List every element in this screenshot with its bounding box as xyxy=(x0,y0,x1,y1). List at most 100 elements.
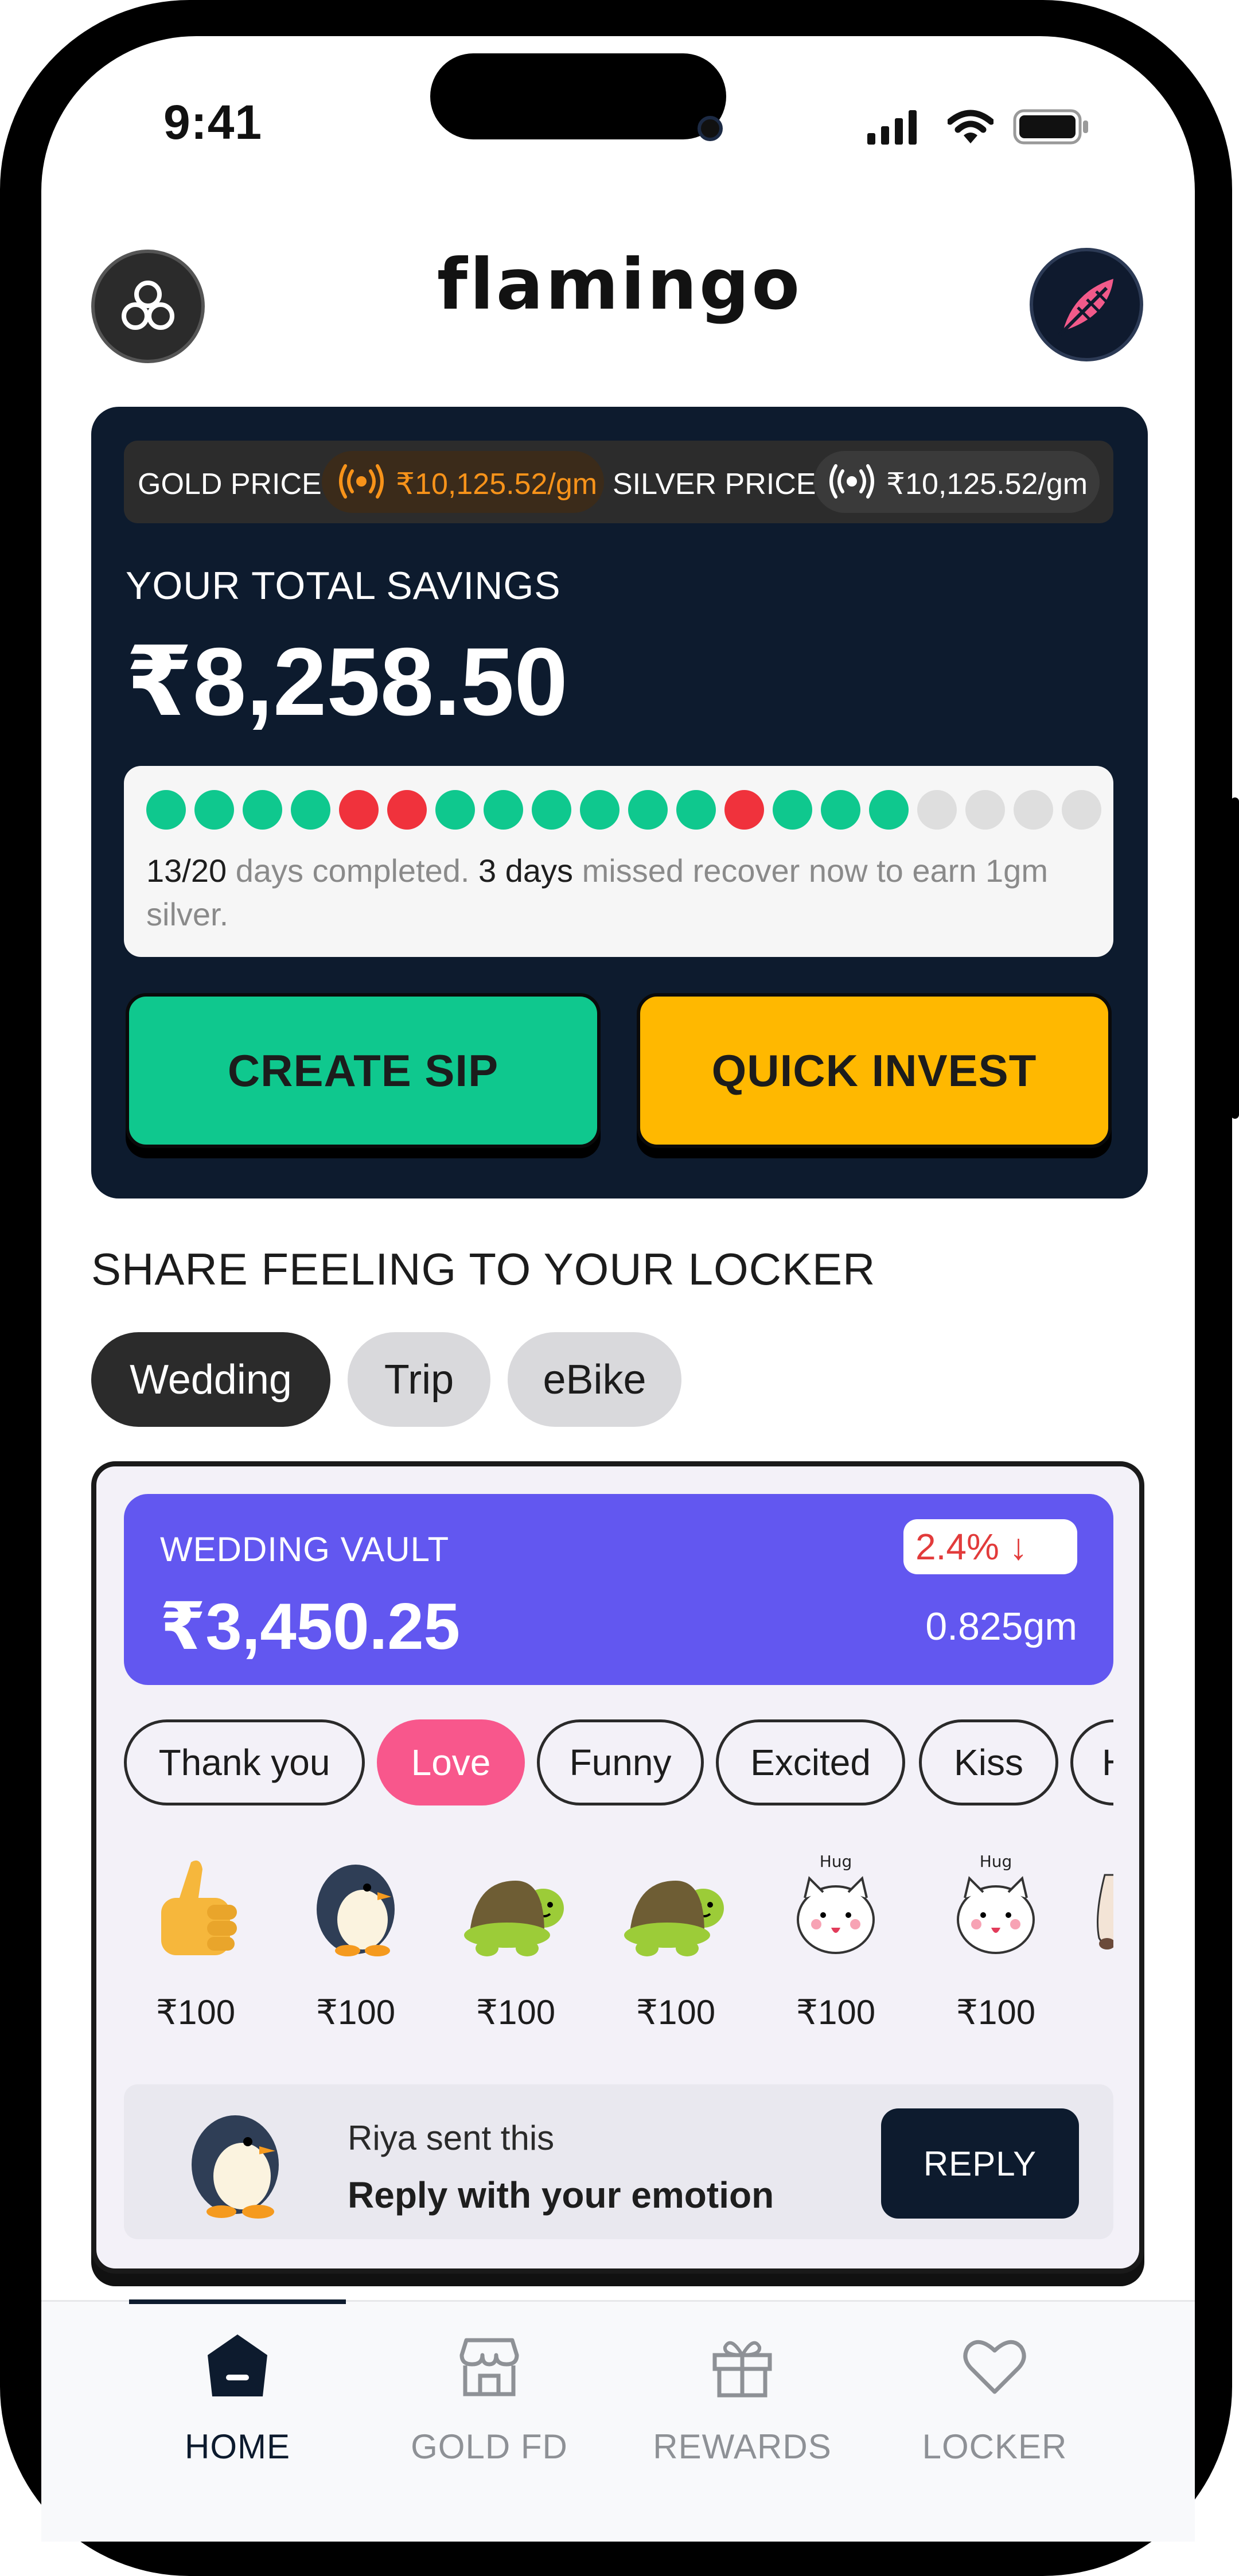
streak-dot-done xyxy=(676,790,716,830)
nav-gold-fd[interactable]: GOLD FD xyxy=(377,2324,601,2496)
circles-icon xyxy=(122,281,174,330)
gold-price-value: ₹10,125.52/gm xyxy=(396,468,598,501)
streak-dot-pending xyxy=(965,790,1005,830)
streak-dots xyxy=(146,790,1101,830)
streak-dot-done xyxy=(580,790,620,830)
penguin-avatar-icon xyxy=(192,2115,279,2219)
sticker-hug-cat[interactable]: Hug ₹100 xyxy=(764,1852,907,2036)
app-logo: flamingo xyxy=(437,244,802,325)
volume-up-button xyxy=(0,660,8,861)
share-feeling-title: SHARE FEELING TO YOUR LOCKER xyxy=(91,1244,876,1294)
sticker-price: ₹100 xyxy=(956,1993,1036,2032)
vault-amount: ₹3,450.25 xyxy=(160,1590,461,1663)
silver-price-label: SILVER PRICE: xyxy=(613,468,824,501)
streak-dot-pending xyxy=(1062,790,1101,830)
hug-cat-sticker-icon: Hug xyxy=(957,1852,1035,1954)
reply-button[interactable]: REPLY xyxy=(881,2108,1079,2219)
emotion-chip-funny[interactable]: Funny xyxy=(537,1719,704,1805)
streak-dot-done xyxy=(194,790,234,830)
emotion-chip-excited[interactable]: Excited xyxy=(716,1719,905,1805)
streak-dot-done xyxy=(291,790,330,830)
live-broadcast-icon xyxy=(339,464,384,499)
signal-icon xyxy=(867,110,917,145)
menu-button[interactable] xyxy=(91,250,205,363)
heart-icon xyxy=(963,2340,1026,2394)
hug-cat-sticker-icon: Hug xyxy=(797,1852,875,1954)
reply-prompt: Reply with your emotion xyxy=(348,2174,774,2216)
streak-dot-done xyxy=(821,790,860,830)
sticker-price: ₹100 xyxy=(315,1993,396,2032)
reply-sender: Riya sent this xyxy=(348,2119,555,2157)
streak-dot-done xyxy=(773,790,812,830)
sticker-price: ₹100 xyxy=(476,1993,556,2032)
status-time: 9:41 xyxy=(163,95,263,149)
penguin-sticker-icon xyxy=(317,1865,395,1956)
mute-switch xyxy=(0,476,8,574)
dynamic-island xyxy=(430,53,726,139)
locker-chip-trip[interactable]: Trip xyxy=(348,1332,490,1427)
streak-dot-missed xyxy=(339,790,379,830)
emotion-chip-thank-you[interactable]: Thank you xyxy=(124,1719,365,1805)
sticker-turtle[interactable]: ₹100 xyxy=(604,1852,747,2036)
battery-icon xyxy=(1013,109,1088,145)
sticker-partial-icon xyxy=(1097,1874,1113,1949)
vault-name: WEDDING VAULT xyxy=(160,1530,450,1569)
nav-label-home: HOME xyxy=(185,2427,290,2466)
turtle-sticker-icon xyxy=(464,1881,564,1956)
turtle-sticker-icon xyxy=(624,1881,724,1956)
sticker-price: ₹100 xyxy=(155,1993,236,2032)
nav-home[interactable]: HOME xyxy=(126,2324,349,2496)
sticker-partial[interactable] xyxy=(1082,1852,1113,2036)
streak-dot-done xyxy=(869,790,909,830)
streak-dot-done xyxy=(243,790,282,830)
wifi-icon xyxy=(948,110,993,143)
emotion-chips: Thank you Love Funny Excited Kiss Hug xyxy=(124,1719,1113,1809)
volume-down-button xyxy=(0,918,8,1119)
total-savings-label: YOUR TOTAL SAVINGS xyxy=(126,564,561,608)
streak-dot-done xyxy=(435,790,475,830)
total-savings-amount: ₹8,258.50 xyxy=(126,628,568,736)
streak-dot-done xyxy=(628,790,668,830)
streak-dot-pending xyxy=(917,790,957,830)
sticker-turtle[interactable]: ₹100 xyxy=(444,1852,587,2036)
thumbs-up-sticker-icon xyxy=(161,1860,237,1955)
emotion-chip-hug[interactable]: Hug xyxy=(1070,1719,1113,1805)
active-tab-indicator xyxy=(129,2299,346,2304)
sticker-row: ₹100 ₹100 ₹100 ₹100 Hug ₹100 Hug ₹100 xyxy=(124,1852,1113,2047)
locker-chip-wedding[interactable]: Wedding xyxy=(91,1332,330,1427)
power-button xyxy=(1231,797,1239,1119)
nav-label-gold-fd: GOLD FD xyxy=(411,2427,568,2466)
nav-locker[interactable]: LOCKER xyxy=(883,2324,1106,2496)
profile-button[interactable] xyxy=(1030,248,1143,361)
nav-rewards[interactable]: REWARDS xyxy=(630,2324,854,2496)
live-broadcast-icon xyxy=(829,464,874,499)
completed-count: 13/20 xyxy=(146,853,227,889)
streak-dot-done xyxy=(532,790,571,830)
quick-invest-button[interactable]: QUICK INVEST xyxy=(637,993,1112,1148)
streak-dot-missed xyxy=(724,790,764,830)
home-icon xyxy=(208,2334,267,2396)
sticker-thumbs-up[interactable]: ₹100 xyxy=(124,1852,267,2036)
sticker-hug-cat[interactable]: Hug ₹100 xyxy=(924,1852,1067,2036)
missed-count: 3 days xyxy=(478,853,574,889)
streak-dot-done xyxy=(484,790,523,830)
emotion-chip-kiss[interactable]: Kiss xyxy=(919,1719,1058,1805)
sticker-price: ₹100 xyxy=(636,1993,716,2032)
sticker-penguin[interactable]: ₹100 xyxy=(284,1852,427,2036)
streak-dot-done xyxy=(146,790,186,830)
sticker-price: ₹100 xyxy=(796,1993,876,2032)
streak-dot-pending xyxy=(1014,790,1053,830)
nav-label-locker: LOCKER xyxy=(922,2427,1067,2466)
create-sip-button[interactable]: CREATE SIP xyxy=(126,993,601,1148)
feather-icon xyxy=(1058,279,1113,337)
store-icon xyxy=(459,2338,519,2396)
gift-icon xyxy=(712,2341,772,2398)
vault-weight: 0.825gm xyxy=(925,1605,1077,1648)
camera-icon xyxy=(698,116,723,141)
emotion-chip-love[interactable]: Love xyxy=(377,1719,525,1805)
hug-caption: Hug xyxy=(980,1852,1012,1871)
locker-chip-ebike[interactable]: eBike xyxy=(508,1332,681,1427)
hug-caption: Hug xyxy=(820,1852,852,1871)
change-value: 2.4% ↓ xyxy=(915,1526,1028,1567)
streak-message: 13/20 days completed. 3 days missed reco… xyxy=(146,849,1076,936)
